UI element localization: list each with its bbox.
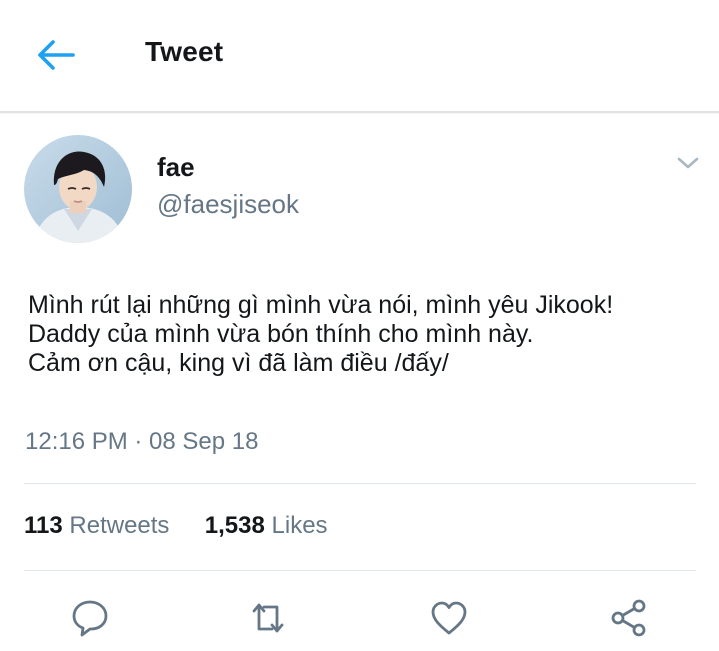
share-icon	[611, 599, 646, 637]
likes-label: Likes	[271, 512, 328, 539]
tweet-text-line: Mình rút lại những gì mình vừa nói, mình…	[28, 291, 614, 319]
tweet-text-line: Daddy của mình vừa bón thính cho mình nà…	[28, 320, 534, 348]
reply-icon	[72, 600, 108, 637]
retweet-icon	[252, 603, 284, 633]
reply-button[interactable]	[70, 598, 110, 638]
divider	[24, 483, 696, 484]
tweet-stats: 113 Retweets 1,538 Likes	[24, 512, 328, 540]
tweet-detail-screen: Tweet fae @faesjiseok Mình rút lại những…	[0, 0, 719, 651]
retweet-button[interactable]	[248, 598, 288, 638]
tweet-timestamp[interactable]: 12:16 PM · 08 Sep 18	[25, 428, 258, 456]
like-icon	[431, 601, 467, 635]
avatar-image	[24, 135, 132, 243]
retweets-count: 113	[24, 512, 63, 539]
like-button[interactable]	[429, 598, 469, 638]
more-options-button[interactable]	[676, 155, 700, 171]
retweets-stat[interactable]: 113 Retweets	[24, 512, 176, 539]
back-button[interactable]	[36, 38, 76, 72]
tweet-text: Mình rút lại những gì mình vừa nói, mình…	[28, 291, 698, 378]
share-button[interactable]	[609, 598, 649, 638]
chevron-down-icon	[677, 157, 699, 169]
retweets-label: Retweets	[69, 512, 170, 539]
likes-stat[interactable]: 1,538 Likes	[205, 512, 328, 539]
likes-count: 1,538	[204, 512, 265, 539]
avatar[interactable]	[24, 135, 132, 243]
tweet-text-line: Cảm ơn cậu, king vì đã làm điều /đấy/	[28, 349, 449, 377]
page-title: Tweet	[145, 36, 224, 67]
divider	[24, 570, 696, 571]
author-name[interactable]: fae	[157, 152, 195, 183]
top-bar: Tweet	[0, 0, 719, 113]
arrow-left-icon	[38, 40, 75, 70]
author-handle[interactable]: @faesjiseok	[157, 189, 299, 220]
